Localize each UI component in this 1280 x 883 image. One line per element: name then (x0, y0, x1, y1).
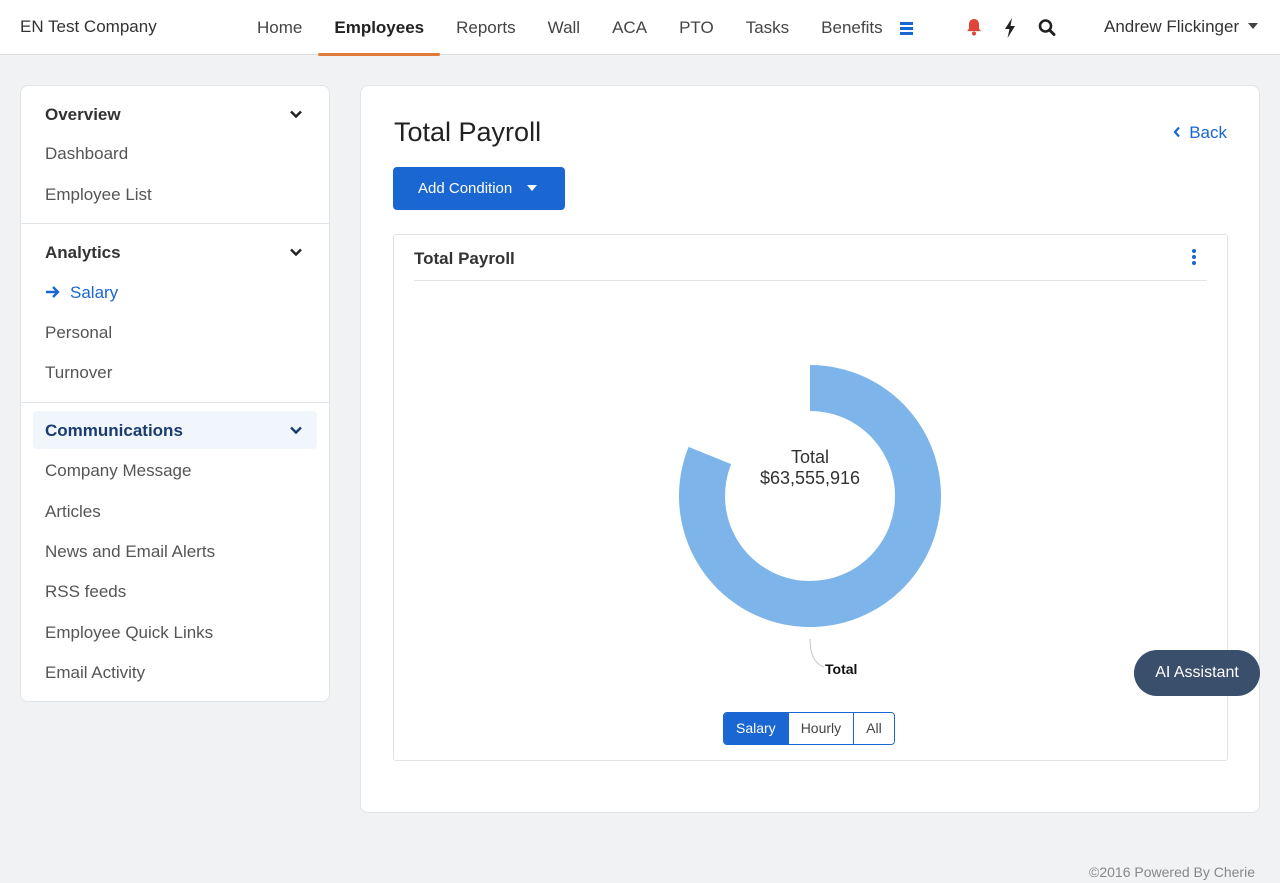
chevron-down-icon (290, 248, 302, 257)
add-condition-label: Add Condition (418, 180, 513, 197)
nav-benefits[interactable]: Benefits (805, 0, 898, 55)
section-overview[interactable]: Overview (33, 95, 317, 133)
footer-text: ©2016 Powered By Cherie (1089, 864, 1255, 880)
pay-type-toggle: Salary Hourly All (723, 712, 895, 745)
payroll-donut-chart: Total Total $63,555,916 (679, 365, 941, 677)
company-name[interactable]: EN Test Company (20, 17, 157, 37)
user-menu[interactable]: Andrew Flickinger (1104, 17, 1259, 37)
chevron-left-icon (1173, 126, 1181, 137)
sidebar-item-company-message[interactable]: Company Message (45, 461, 191, 481)
toggle-salary[interactable]: Salary (724, 713, 788, 744)
menu-icon[interactable] (894, 18, 920, 38)
section-communications[interactable]: Communications (33, 411, 317, 449)
chevron-down-icon (290, 110, 302, 119)
back-link[interactable]: Back (1173, 123, 1227, 143)
nav-employees[interactable]: Employees (318, 0, 440, 56)
sidebar-item-employee-list[interactable]: Employee List (45, 185, 152, 205)
donut-center-value: $63,555,916 (760, 468, 860, 488)
section-analytics[interactable]: Analytics (33, 233, 317, 271)
caret-down-icon (527, 185, 537, 191)
sidebar-item-news-email-alerts[interactable]: News and Email Alerts (45, 542, 215, 562)
sidebar-item-salary[interactable]: Salary (45, 283, 118, 303)
sidebar-item-personal[interactable]: Personal (45, 323, 112, 343)
nav-reports[interactable]: Reports (440, 0, 532, 55)
bolt-icon[interactable] (997, 15, 1023, 41)
divider (21, 402, 329, 403)
sidebar-item-email-activity[interactable]: Email Activity (45, 663, 145, 683)
main-nav: Home Employees Reports Wall ACA PTO Task… (241, 0, 899, 56)
total-payroll-card: Total Payroll Total Total $63,555,916 Sa… (393, 234, 1228, 761)
ai-assistant-button[interactable]: AI Assistant (1134, 650, 1260, 696)
sidebar-item-label: Salary (70, 283, 119, 302)
sidebar-item-employee-quick-links[interactable]: Employee Quick Links (45, 623, 213, 643)
toggle-all[interactable]: All (853, 713, 894, 744)
sidebar-item-rss-feeds[interactable]: RSS feeds (45, 582, 126, 602)
sidebar: Overview Dashboard Employee List Analyti… (20, 85, 330, 702)
bell-icon[interactable] (961, 15, 987, 41)
divider (21, 223, 329, 224)
arrow-right-icon (46, 285, 60, 298)
donut-slice-0[interactable] (679, 365, 941, 627)
donut-center-label: Total (791, 447, 829, 467)
sidebar-item-turnover[interactable]: Turnover (45, 363, 112, 383)
page-title: Total Payroll (394, 117, 542, 147)
toggle-hourly[interactable]: Hourly (787, 713, 854, 744)
section-title: Overview (45, 105, 121, 124)
sidebar-item-articles[interactable]: Articles (45, 502, 101, 522)
card-title: Total Payroll (414, 249, 515, 268)
back-label: Back (1189, 123, 1227, 142)
main-panel: Total Payroll Back Add Condition Total P… (360, 85, 1260, 813)
section-title: Communications (45, 421, 183, 440)
section-title: Analytics (45, 243, 121, 262)
add-condition-button[interactable]: Add Condition (393, 167, 565, 210)
nav-wall[interactable]: Wall (532, 0, 596, 55)
kebab-menu-icon[interactable] (1189, 247, 1199, 267)
top-navbar: EN Test Company Home Employees Reports W… (0, 0, 1280, 56)
nav-pto[interactable]: PTO (663, 0, 730, 55)
nav-aca[interactable]: ACA (596, 0, 663, 55)
caret-down-icon (1248, 22, 1259, 29)
search-icon[interactable] (1034, 15, 1060, 41)
chevron-down-icon (290, 426, 302, 435)
nav-tasks[interactable]: Tasks (730, 0, 805, 55)
nav-home[interactable]: Home (241, 0, 318, 55)
slice-label-connector (809, 638, 825, 668)
user-name: Andrew Flickinger (1104, 17, 1240, 36)
sidebar-item-dashboard[interactable]: Dashboard (45, 144, 128, 164)
slice-label: Total (825, 661, 857, 677)
